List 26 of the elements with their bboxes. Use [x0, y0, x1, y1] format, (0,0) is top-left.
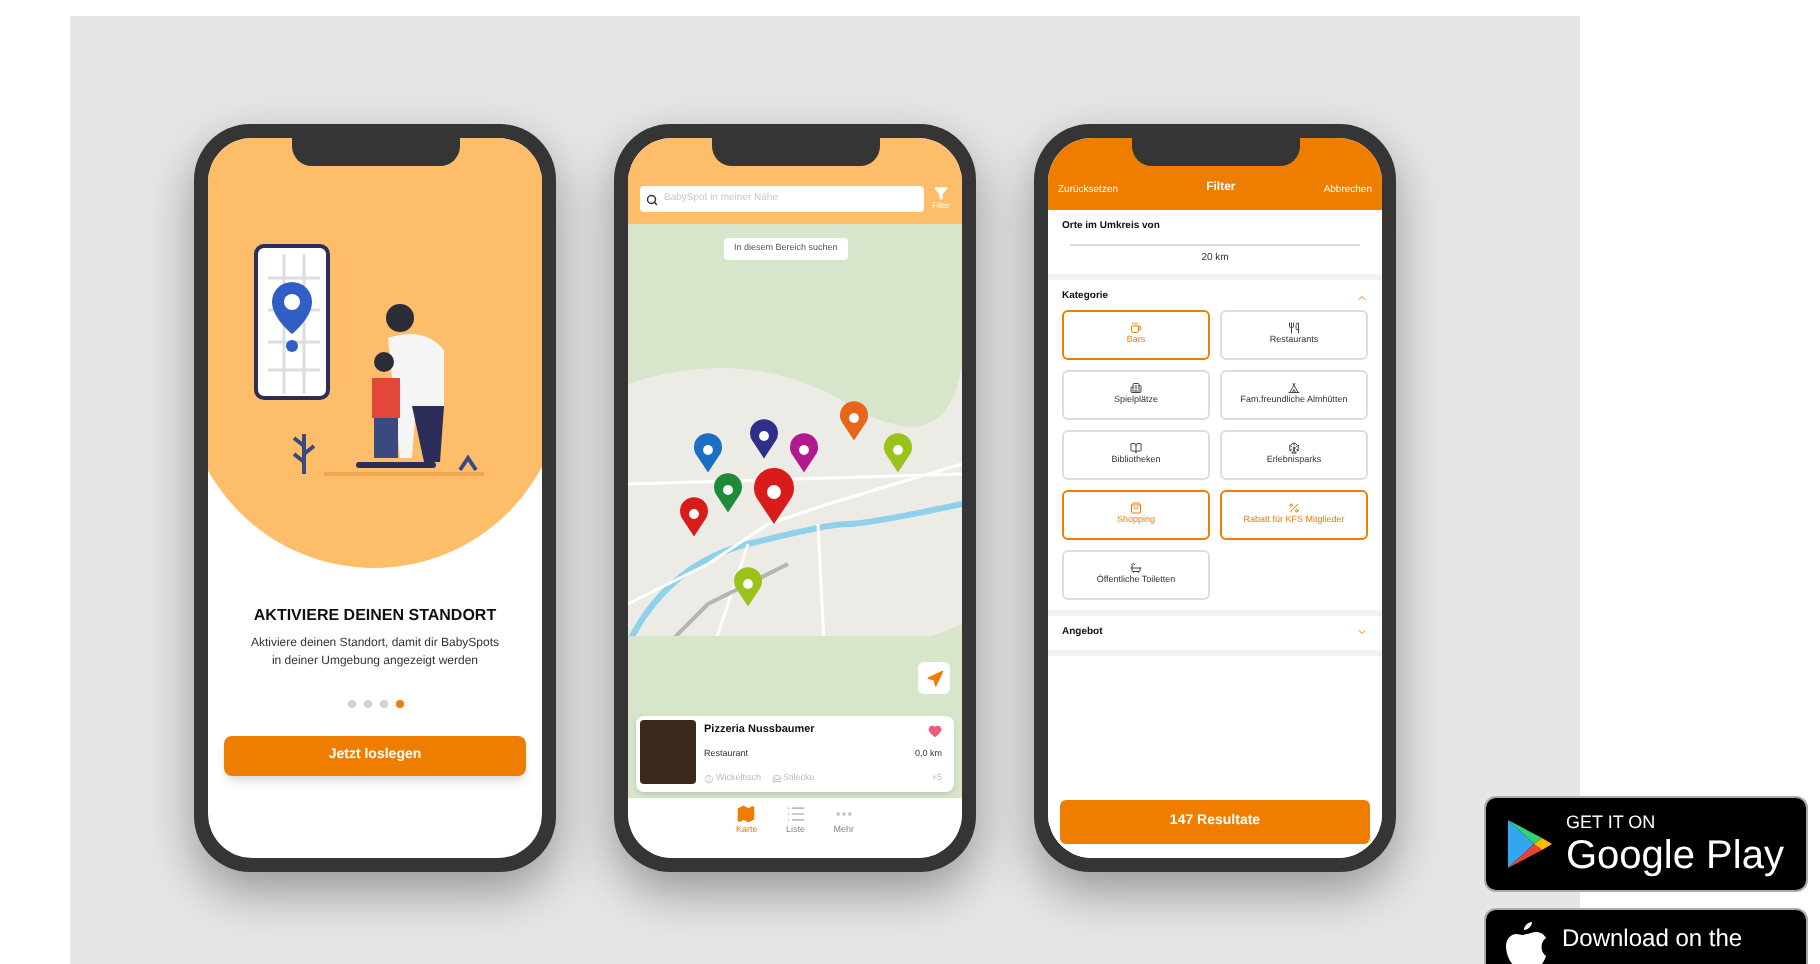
- heart-icon[interactable]: [928, 723, 942, 738]
- map-icon: [736, 804, 757, 824]
- filter-icon: [934, 186, 949, 200]
- wheel-icon: [1288, 442, 1300, 455]
- chevron-down-icon[interactable]: [1356, 626, 1368, 639]
- onboarding-title: AKTIVIERE DEINEN STANDORT: [251, 604, 499, 628]
- photo-placeholder: [640, 720, 696, 784]
- bag-icon: [1130, 502, 1142, 515]
- badge-small-text: GET IT ON: [1566, 811, 1658, 833]
- bath-icon: [1130, 562, 1142, 575]
- cutlery-icon: [1288, 322, 1300, 335]
- search-icon: [646, 193, 658, 205]
- chevron-up-icon[interactable]: [1356, 291, 1368, 304]
- play-store-icon: [1506, 818, 1554, 870]
- percent-icon: [1288, 502, 1300, 515]
- locate-button[interactable]: [918, 662, 950, 694]
- apple-icon: [1506, 920, 1546, 964]
- badge-large-text: Google Play: [1566, 833, 1784, 877]
- building-icon: [1130, 382, 1142, 395]
- app-store-badge[interactable]: Download on the: [1484, 908, 1808, 964]
- badge-small-text: Download on the: [1562, 922, 1743, 956]
- book-icon: [1130, 442, 1142, 455]
- cup-icon: [1130, 322, 1142, 335]
- location-arrow-icon: [925, 669, 943, 687]
- tent-icon: [1288, 382, 1300, 395]
- google-play-badge[interactable]: GET IT ON Google Play: [1484, 796, 1808, 892]
